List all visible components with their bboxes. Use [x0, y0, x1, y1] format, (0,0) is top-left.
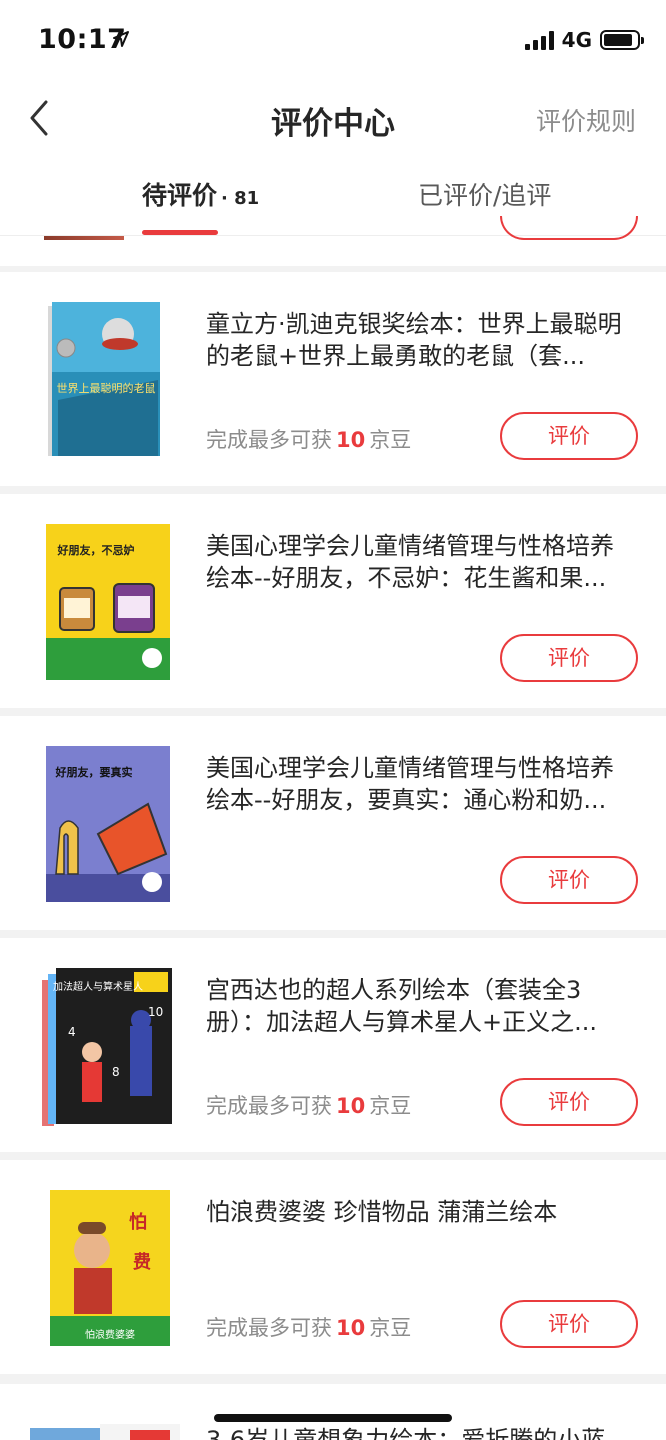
previous-review-button-edge [500, 216, 638, 240]
active-tab-indicator [142, 230, 218, 235]
book-cover-image[interactable]: 世界上最聪明的老鼠 [38, 300, 178, 460]
list-item: 4 10 8 加法超人与算术星人 宫西达也的超人系列绘本（套装全3册）：加法超人… [0, 938, 666, 1152]
list-item: 世界上最聪明的老鼠 童立方·凯迪克银奖绘本：世界上最聪明的老鼠+世界上最勇敢的老… [0, 272, 666, 486]
reward-suffix: 京豆 [369, 428, 412, 452]
reward-bean-count: 10 [336, 1316, 366, 1340]
svg-text:4: 4 [68, 1025, 76, 1039]
bean-reward: 完成最多可获 10 京豆 [206, 1090, 411, 1120]
reward-bean-count: 10 [336, 1094, 366, 1118]
bean-reward: 完成最多可获 10 京豆 [206, 1312, 411, 1342]
cover-text: 怕浪费婆婆 [85, 1328, 135, 1341]
status-bar: 10:17 4G [0, 0, 666, 80]
network-type: 4G [561, 28, 592, 52]
review-button[interactable]: 评价 [500, 412, 638, 460]
cover-text: 加法超人与算术星人 [53, 980, 143, 993]
book-cover-image[interactable]: 好朋友，要真实 [38, 744, 178, 904]
book-cover-image[interactable]: 好朋友，不忌妒 [38, 522, 178, 682]
location-arrow-icon [113, 31, 129, 47]
product-title[interactable]: 宫西达也的超人系列绘本（套装全3册）：加法超人与算术星人+正义之... [206, 974, 634, 1038]
list-item: 怕 费 怕浪费婆婆 怕浪费婆婆 珍惜物品 蒲蒲兰绘本 完成最多可获 10 京豆 评价 [0, 1160, 666, 1374]
reward-prefix: 完成最多可获 [206, 428, 332, 452]
book-cover-image[interactable]: 怕 费 怕浪费婆婆 [38, 1188, 178, 1348]
previous-cover-edge [44, 236, 124, 240]
nav-bar: 评价中心 评价规则 [0, 80, 666, 156]
pending-review-list: 世界上最聪明的老鼠 童立方·凯迪克银奖绘本：世界上最聪明的老鼠+世界上最勇敢的老… [0, 272, 666, 1382]
product-title[interactable]: 3-6岁儿童想象力绘本：爱折腾的小蓝 [206, 1420, 605, 1440]
svg-text:10: 10 [148, 1005, 163, 1019]
back-arrow-icon[interactable] [26, 96, 56, 140]
product-title[interactable]: 美国心理学会儿童情绪管理与性格培养绘本--好朋友，要真实：通心粉和奶... [206, 752, 634, 816]
product-title[interactable]: 怕浪费婆婆 珍惜物品 蒲蒲兰绘本 [206, 1196, 634, 1228]
reward-prefix: 完成最多可获 [206, 1316, 332, 1340]
review-button[interactable]: 评价 [500, 1078, 638, 1126]
list-item: 好朋友，不忌妒 美国心理学会儿童情绪管理与性格培养绘本--好朋友，不忌妒：花生酱… [0, 494, 666, 708]
previous-card-remnant [0, 216, 666, 266]
svg-text:费: 费 [133, 1252, 151, 1273]
list-item: 3-6岁儿童想象力绘本：爱折腾的小蓝 [0, 1384, 666, 1440]
bean-reward: 完成最多可获 10 京豆 [206, 424, 411, 454]
cover-text: 世界上最聪明的老鼠 [57, 381, 156, 395]
book-cover-image[interactable] [30, 1424, 180, 1440]
tab-pending-count: · 81 [221, 188, 260, 209]
book-cover-image[interactable]: 4 10 8 加法超人与算术星人 [38, 966, 178, 1126]
product-title[interactable]: 美国心理学会儿童情绪管理与性格培养绘本--好朋友，不忌妒：花生酱和果... [206, 530, 634, 594]
battery-icon [600, 30, 644, 50]
status-right: 4G [524, 28, 644, 52]
cover-text: 好朋友，要真实 [55, 765, 133, 779]
reward-prefix: 完成最多可获 [206, 1094, 332, 1118]
review-rules-link[interactable]: 评价规则 [536, 102, 636, 138]
signal-icon [524, 30, 554, 50]
tab-pending-review[interactable]: 待评价 · 81 [142, 176, 259, 212]
reward-bean-count: 10 [336, 428, 366, 452]
product-title[interactable]: 童立方·凯迪克银奖绘本：世界上最聪明的老鼠+世界上最勇敢的老鼠（套... [206, 308, 634, 372]
tab-pending-label: 待评价 [142, 181, 218, 210]
svg-text:8: 8 [112, 1065, 120, 1079]
reward-suffix: 京豆 [369, 1094, 412, 1118]
reward-suffix: 京豆 [369, 1316, 412, 1340]
tab-reviewed[interactable]: 已评价/追评 [418, 176, 551, 212]
review-button[interactable]: 评价 [500, 634, 638, 682]
home-indicator[interactable] [214, 1414, 452, 1422]
svg-text:怕: 怕 [129, 1211, 147, 1233]
cover-text: 好朋友，不忌妒 [57, 543, 135, 557]
review-button[interactable]: 评价 [500, 1300, 638, 1348]
review-button[interactable]: 评价 [500, 856, 638, 904]
list-item: 好朋友，要真实 美国心理学会儿童情绪管理与性格培养绘本--好朋友，要真实：通心粉… [0, 716, 666, 930]
